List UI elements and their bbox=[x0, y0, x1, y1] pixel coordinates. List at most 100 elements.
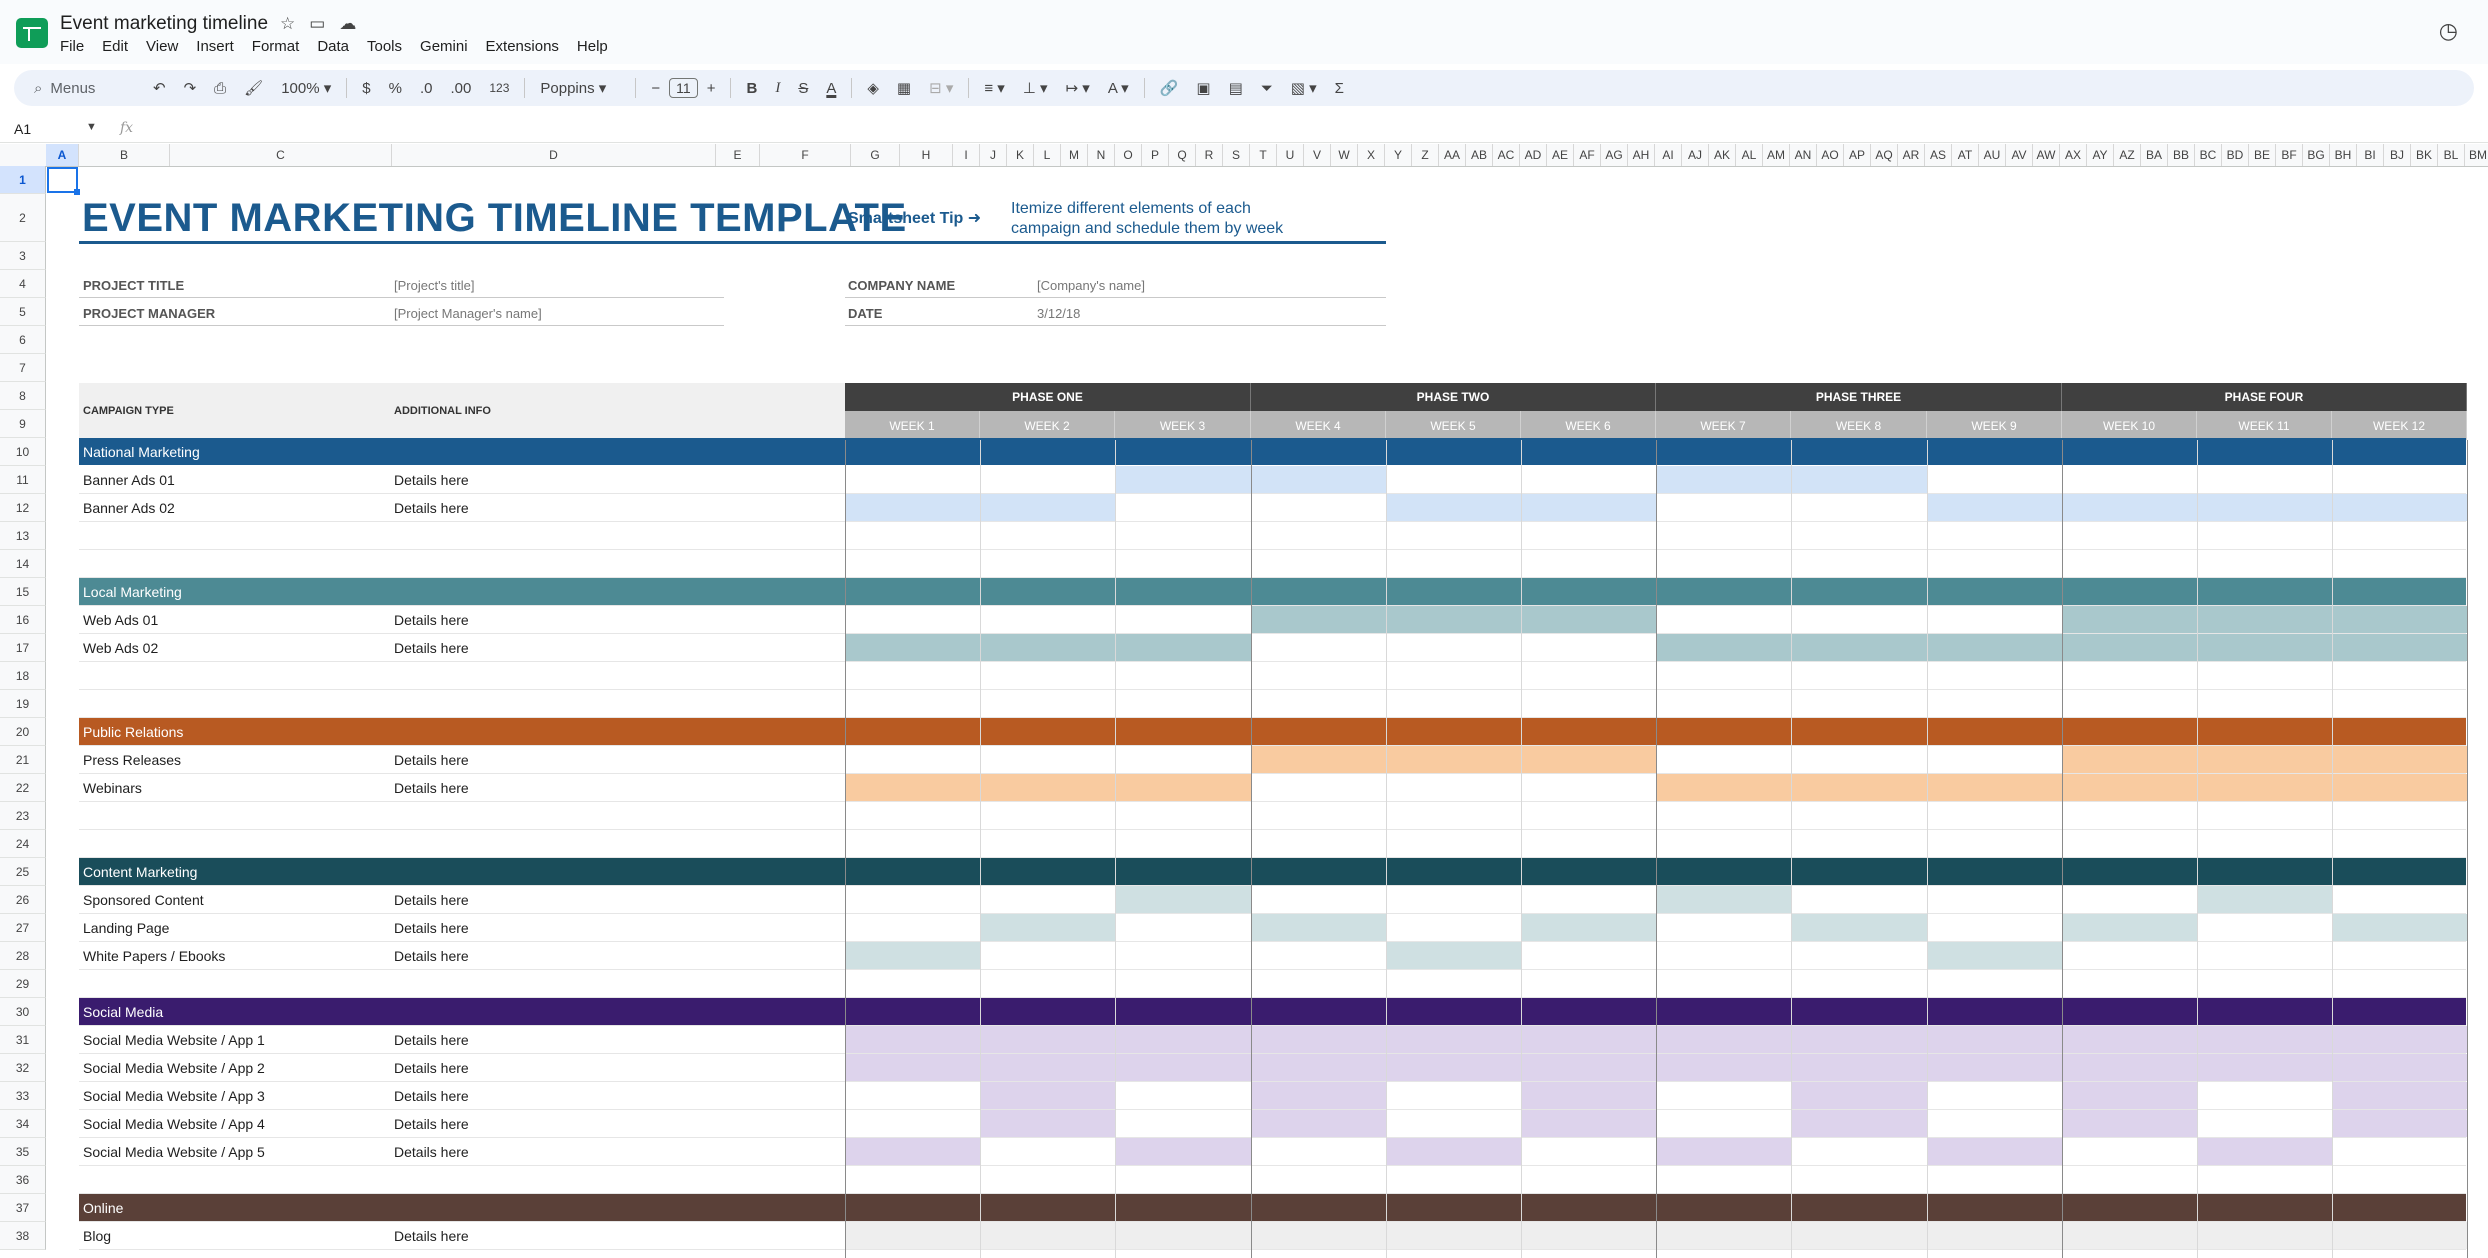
campaign-details[interactable]: Details here bbox=[394, 752, 469, 768]
timeline-fill[interactable] bbox=[845, 494, 980, 521]
timeline-fill[interactable] bbox=[2197, 1026, 2332, 1053]
timeline-fill[interactable] bbox=[2062, 1054, 2197, 1081]
campaign-details[interactable]: Details here bbox=[394, 1144, 469, 1160]
row-header-20[interactable]: 20 bbox=[0, 718, 46, 746]
zoom-select[interactable]: 100% ▾ bbox=[281, 79, 331, 97]
column-header-bm[interactable]: BM bbox=[2465, 144, 2488, 166]
timeline-fill[interactable] bbox=[1115, 634, 1251, 661]
row-header-37[interactable]: 37 bbox=[0, 1194, 46, 1222]
campaign-item[interactable]: Web Ads 01 bbox=[83, 612, 158, 628]
timeline-fill[interactable] bbox=[1521, 1110, 1656, 1137]
timeline-fill[interactable] bbox=[980, 774, 1115, 801]
row-header-2[interactable]: 2 bbox=[0, 194, 46, 242]
timeline-fill[interactable] bbox=[1251, 1054, 1386, 1081]
column-header-be[interactable]: BE bbox=[2249, 144, 2276, 166]
campaign-details[interactable]: Details here bbox=[394, 948, 469, 964]
timeline-fill[interactable] bbox=[2332, 494, 2467, 521]
version-history-icon[interactable]: ◷ bbox=[2439, 18, 2458, 44]
column-header-j[interactable]: J bbox=[980, 144, 1007, 166]
timeline-fill[interactable] bbox=[1386, 1026, 1521, 1053]
timeline-fill[interactable] bbox=[1251, 606, 1386, 633]
column-header-i[interactable]: I bbox=[953, 144, 980, 166]
campaign-item[interactable]: Banner Ads 01 bbox=[83, 472, 175, 488]
column-header-az[interactable]: AZ bbox=[2114, 144, 2141, 166]
timeline-fill[interactable] bbox=[1791, 466, 1927, 493]
row-header-26[interactable]: 26 bbox=[0, 886, 46, 914]
timeline-fill[interactable] bbox=[1791, 914, 1927, 941]
timeline-fill[interactable] bbox=[2197, 746, 2332, 773]
font-select[interactable]: Poppins ▾ bbox=[540, 79, 620, 97]
column-header-n[interactable]: N bbox=[1088, 144, 1115, 166]
row-header-33[interactable]: 33 bbox=[0, 1082, 46, 1110]
row-header-13[interactable]: 13 bbox=[0, 522, 46, 550]
campaign-item[interactable]: White Papers / Ebooks bbox=[83, 948, 225, 964]
timeline-fill[interactable] bbox=[2332, 1222, 2467, 1249]
timeline-fill[interactable] bbox=[1791, 634, 1927, 661]
column-header-q[interactable]: Q bbox=[1169, 144, 1196, 166]
merge-cells-icon[interactable]: ⊟ ▾ bbox=[929, 79, 953, 97]
timeline-fill[interactable] bbox=[1927, 494, 2062, 521]
timeline-fill[interactable] bbox=[1656, 634, 1791, 661]
column-header-as[interactable]: AS bbox=[1925, 144, 1952, 166]
insert-comment-icon[interactable]: ▣ bbox=[1196, 79, 1210, 97]
date-value[interactable]: 3/12/18 bbox=[1037, 306, 1080, 321]
timeline-fill[interactable] bbox=[2062, 746, 2197, 773]
menu-insert[interactable]: Insert bbox=[196, 38, 234, 55]
row-header-16[interactable]: 16 bbox=[0, 606, 46, 634]
row-header-25[interactable]: 25 bbox=[0, 858, 46, 886]
timeline-fill[interactable] bbox=[1791, 1054, 1927, 1081]
timeline-fill[interactable] bbox=[1927, 1054, 2062, 1081]
row-header-32[interactable]: 32 bbox=[0, 1054, 46, 1082]
timeline-fill[interactable] bbox=[2332, 746, 2467, 773]
campaign-details[interactable]: Details here bbox=[394, 1060, 469, 1076]
campaign-details[interactable]: Details here bbox=[394, 500, 469, 516]
timeline-fill[interactable] bbox=[1115, 1138, 1251, 1165]
selected-cell[interactable] bbox=[47, 167, 80, 195]
filter-icon[interactable]: ⏷ bbox=[1261, 80, 1273, 97]
menu-search[interactable]: ⌕ Menus bbox=[14, 80, 144, 97]
percent-format-button[interactable]: % bbox=[389, 80, 402, 97]
timeline-fill[interactable] bbox=[1521, 1082, 1656, 1109]
column-header-bb[interactable]: BB bbox=[2168, 144, 2195, 166]
timeline-fill[interactable] bbox=[1791, 1082, 1927, 1109]
timeline-fill[interactable] bbox=[1251, 1082, 1386, 1109]
timeline-fill[interactable] bbox=[1927, 774, 2062, 801]
functions-button[interactable]: Σ bbox=[1335, 80, 1344, 97]
menu-extensions[interactable]: Extensions bbox=[486, 38, 559, 55]
row-header-1[interactable]: 1 bbox=[0, 166, 46, 194]
timeline-fill[interactable] bbox=[980, 1110, 1115, 1137]
campaign-item[interactable]: Social Media Website / App 3 bbox=[83, 1088, 265, 1104]
column-header-h[interactable]: H bbox=[900, 144, 953, 166]
column-header-bj[interactable]: BJ bbox=[2384, 144, 2411, 166]
column-header-bl[interactable]: BL bbox=[2438, 144, 2465, 166]
column-header-ak[interactable]: AK bbox=[1709, 144, 1736, 166]
timeline-fill[interactable] bbox=[1251, 746, 1386, 773]
column-header-d[interactable]: D bbox=[392, 144, 716, 166]
timeline-fill[interactable] bbox=[2062, 634, 2197, 661]
borders-icon[interactable]: ▦ bbox=[897, 79, 911, 97]
campaign-item[interactable]: Web Ads 02 bbox=[83, 640, 158, 656]
vertical-align-icon[interactable]: ⊥ ▾ bbox=[1023, 79, 1048, 97]
italic-button[interactable]: I bbox=[775, 80, 780, 97]
column-header-o[interactable]: O bbox=[1115, 144, 1142, 166]
row-header-29[interactable]: 29 bbox=[0, 970, 46, 998]
timeline-fill[interactable] bbox=[1521, 606, 1656, 633]
column-header-t[interactable]: T bbox=[1250, 144, 1277, 166]
column-header-af[interactable]: AF bbox=[1574, 144, 1601, 166]
bold-button[interactable]: B bbox=[746, 80, 757, 97]
timeline-fill[interactable] bbox=[2197, 606, 2332, 633]
column-header-ar[interactable]: AR bbox=[1898, 144, 1925, 166]
timeline-fill[interactable] bbox=[1521, 1026, 1656, 1053]
row-header-18[interactable]: 18 bbox=[0, 662, 46, 690]
column-header-v[interactable]: V bbox=[1304, 144, 1331, 166]
timeline-fill[interactable] bbox=[2332, 1054, 2467, 1081]
column-header-y[interactable]: Y bbox=[1385, 144, 1412, 166]
timeline-fill[interactable] bbox=[2062, 1222, 2197, 1249]
row-header-23[interactable]: 23 bbox=[0, 802, 46, 830]
column-header-av[interactable]: AV bbox=[2006, 144, 2033, 166]
menu-help[interactable]: Help bbox=[577, 38, 608, 55]
campaign-details[interactable]: Details here bbox=[394, 612, 469, 628]
insert-link-icon[interactable]: 🔗 bbox=[1160, 79, 1179, 97]
sheets-logo-icon[interactable] bbox=[16, 18, 48, 48]
column-header-aj[interactable]: AJ bbox=[1682, 144, 1709, 166]
